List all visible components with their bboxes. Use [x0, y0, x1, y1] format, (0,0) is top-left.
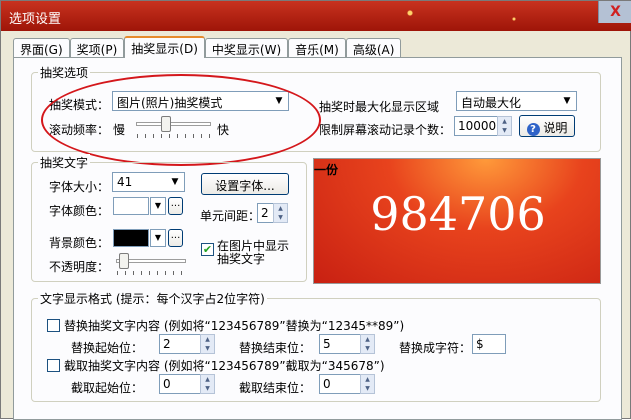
cut-start-label: 截取起始位：: [71, 381, 144, 395]
font-color-label: 字体颜色：: [49, 204, 110, 218]
close-button[interactable]: X: [598, 1, 631, 23]
spacing-label: 单元间距：: [200, 209, 261, 223]
highlight-annotation: [41, 74, 321, 166]
cut-end-label: 截取结束位：: [239, 381, 312, 395]
replace-start-input[interactable]: 2: [159, 334, 201, 354]
text-format-legend: 文字显示格式 (提示：每个汉字占2位字符): [38, 290, 267, 307]
tab-interface[interactable]: 界面(G): [13, 38, 70, 58]
font-size-label: 字体大小：: [49, 180, 110, 194]
replace-with-input[interactable]: $: [472, 334, 506, 354]
font-size-value: 41: [117, 175, 133, 189]
font-color-dropdown[interactable]: ▼: [150, 197, 166, 215]
bg-color-label: 背景颜色：: [49, 236, 110, 250]
bg-color-swatch[interactable]: [113, 229, 149, 247]
replace-end-input[interactable]: 5: [319, 334, 361, 354]
bg-color-dropdown[interactable]: ▼: [150, 229, 166, 247]
tab-music[interactable]: 音乐(M): [288, 38, 346, 58]
options-dialog: 选项设置 X 界面(G) 奖项(P) 抽奖显示(D) 中奖显示(W) 音乐(M)…: [0, 0, 631, 420]
replace-start-label: 替换起始位：: [71, 341, 144, 355]
cut-start-input[interactable]: 0: [159, 374, 201, 394]
show-in-image-checkbox[interactable]: ✔: [201, 243, 214, 256]
draw-text-legend: 抽奖文字: [38, 154, 91, 171]
help-button[interactable]: ? 说明: [519, 115, 575, 137]
limit-input[interactable]: 10000: [454, 116, 498, 136]
preview-label: 一份: [314, 163, 339, 177]
replace-checkbox[interactable]: [47, 319, 60, 332]
maximize-select[interactable]: 自动最大化 ▼: [456, 91, 577, 111]
bg-color-more-button[interactable]: ...: [168, 229, 183, 247]
help-icon: ?: [526, 123, 540, 136]
show-in-image-label: 在图片中显示抽奖文字: [217, 239, 290, 266]
tab-prizes[interactable]: 奖项(P): [69, 38, 125, 58]
font-color-more-button[interactable]: ...: [168, 197, 183, 215]
help-button-label: 说明: [543, 121, 568, 135]
title-decoration: [332, 1, 592, 31]
cut-start-spinner[interactable]: ▲ ▼: [200, 374, 215, 394]
limit-label: 限制屏幕滚动记录个数：: [319, 123, 452, 137]
replace-end-label: 替换结束位：: [239, 341, 312, 355]
cut-end-spinner[interactable]: ▲ ▼: [360, 374, 375, 394]
preview-number: 984706: [370, 187, 546, 241]
tab-advanced[interactable]: 高级(A): [345, 38, 402, 58]
cut-checkbox[interactable]: [47, 359, 60, 372]
font-size-select[interactable]: 41 ▼: [112, 172, 185, 192]
spacing-spinner[interactable]: ▲ ▼: [273, 203, 288, 223]
title-bar: 选项设置 X: [1, 1, 631, 31]
replace-start-spinner[interactable]: ▲ ▼: [200, 334, 215, 354]
set-font-button[interactable]: 设置字体...: [201, 173, 289, 195]
replace-with-label: 替换成字符：: [399, 341, 472, 355]
tab-winner-display[interactable]: 中奖显示(W): [204, 38, 289, 58]
maximize-label: 抽奖时最大化显示区域: [319, 100, 440, 114]
opacity-label: 不透明度：: [49, 260, 110, 274]
opacity-slider-thumb[interactable]: [119, 253, 130, 269]
chevron-down-icon: ▼: [171, 177, 179, 187]
replace-end-spinner[interactable]: ▲ ▼: [360, 334, 375, 354]
draw-preview: 一份 984706: [313, 158, 601, 284]
maximize-value: 自动最大化: [461, 96, 522, 110]
font-color-swatch[interactable]: [113, 197, 149, 215]
tab-draw-display[interactable]: 抽奖显示(D): [124, 36, 205, 58]
spacing-input[interactable]: 2: [257, 203, 274, 223]
chevron-down-icon: ▼: [563, 96, 571, 106]
cut-end-input[interactable]: 0: [319, 374, 361, 394]
replace-label: 替换抽奖文字内容 (例如将“123456789”替换为“12345**89”): [64, 319, 405, 333]
tab-strip: 界面(G) 奖项(P) 抽奖显示(D) 中奖显示(W) 音乐(M) 高级(A): [13, 36, 402, 58]
opacity-slider-ticks: [117, 271, 186, 275]
limit-spinner[interactable]: ▲ ▼: [497, 116, 512, 136]
cut-label: 截取抽奖文字内容 (例如将“123456789”截取为“345678”): [64, 359, 385, 373]
draw-options-legend: 抽奖选项: [38, 64, 91, 81]
window-title: 选项设置: [9, 12, 62, 27]
